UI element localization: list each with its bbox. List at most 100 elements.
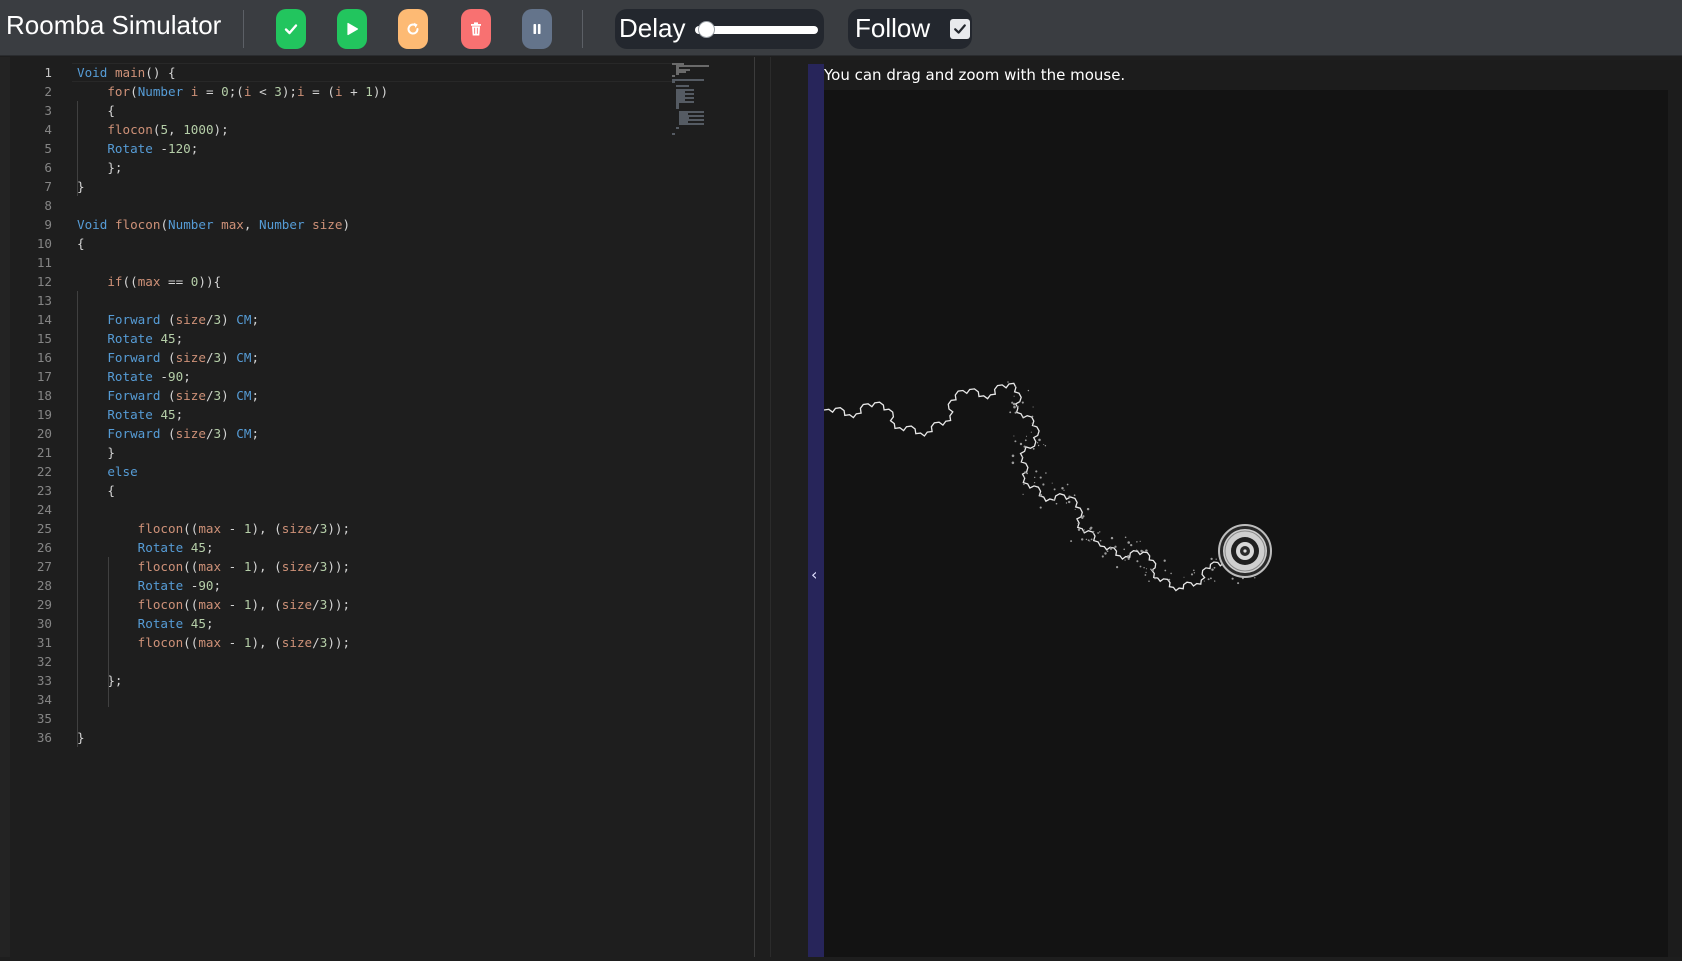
line-number: 24 bbox=[36, 502, 52, 517]
line-code: Void flocon(Number max, Number size) bbox=[77, 217, 351, 232]
line-code: Rotate 45; bbox=[137, 616, 214, 631]
line-code: { bbox=[77, 236, 85, 251]
pause-button[interactable] bbox=[522, 9, 552, 49]
line-number: 31 bbox=[36, 635, 52, 650]
trail-particle bbox=[1145, 568, 1148, 570]
trail-particle bbox=[1193, 572, 1196, 574]
trail-particle bbox=[1035, 470, 1038, 473]
trail-particle bbox=[1031, 422, 1034, 425]
indent-guide bbox=[77, 101, 78, 196]
trail-particle bbox=[1154, 577, 1157, 580]
line-code: }; bbox=[77, 160, 123, 175]
trail-particle bbox=[1051, 482, 1053, 484]
trail-particle bbox=[1015, 385, 1017, 387]
line-code: } bbox=[77, 730, 85, 745]
line-number: 32 bbox=[36, 654, 52, 669]
trail-particle bbox=[1013, 395, 1015, 397]
trail-particle bbox=[1014, 411, 1017, 414]
line-code: Forward (size/3) CM; bbox=[107, 388, 260, 403]
line-number: 18 bbox=[36, 388, 52, 403]
line-number: 13 bbox=[36, 293, 52, 308]
trail-particle bbox=[1148, 580, 1150, 582]
minimap-line bbox=[675, 107, 679, 109]
delay-slider-thumb[interactable] bbox=[698, 21, 715, 38]
check-button[interactable] bbox=[276, 9, 306, 49]
line-code: Forward (size/3) CM; bbox=[107, 426, 260, 441]
trail-particle bbox=[1074, 508, 1076, 511]
line-code: { bbox=[77, 103, 115, 118]
delete-button[interactable] bbox=[461, 9, 491, 49]
trail-particle bbox=[1109, 547, 1113, 550]
trail-particle bbox=[1124, 536, 1127, 539]
trail-particle bbox=[1077, 528, 1081, 532]
trail-particle bbox=[1022, 416, 1024, 418]
check-icon bbox=[284, 24, 298, 35]
restart-button[interactable] bbox=[398, 9, 428, 49]
line-number: 1 bbox=[44, 65, 52, 80]
editor-scrollbar[interactable] bbox=[754, 57, 755, 957]
trail-particle bbox=[1085, 538, 1088, 541]
trail-particle bbox=[1116, 566, 1119, 569]
line-number: 17 bbox=[36, 369, 52, 384]
delay-label: Delay bbox=[619, 13, 686, 43]
panel-splitter[interactable]: ‹ bbox=[808, 64, 824, 957]
trail-particle bbox=[1110, 536, 1114, 540]
line-number: 3 bbox=[44, 103, 52, 118]
line-code: Rotate 45; bbox=[107, 331, 184, 346]
trail-particle bbox=[1026, 472, 1028, 475]
editor-minimap[interactable] bbox=[672, 63, 722, 143]
code-editor[interactable]: 1 Void main() {2 for(Number i = 0;(i < 3)… bbox=[0, 57, 771, 957]
trail-particle bbox=[1130, 543, 1133, 547]
trail-particle bbox=[1032, 406, 1034, 408]
line-number: 29 bbox=[36, 597, 52, 612]
simulator-hint: You can drag and zoom with the mouse. bbox=[824, 66, 1126, 84]
chevron-left-icon[interactable]: ‹ bbox=[811, 567, 817, 583]
line-number: 22 bbox=[36, 464, 52, 479]
trail-particle bbox=[1011, 461, 1015, 465]
trail-particle bbox=[1083, 529, 1085, 531]
minimap-line bbox=[675, 85, 690, 87]
trail-particle bbox=[1073, 494, 1076, 497]
line-number: 30 bbox=[36, 616, 52, 631]
trail-particle bbox=[1210, 557, 1213, 561]
line-number: 21 bbox=[36, 445, 52, 460]
simulator-canvas[interactable] bbox=[823, 90, 1668, 957]
follow-checkbox[interactable] bbox=[950, 19, 970, 39]
trail-particle bbox=[1170, 572, 1172, 575]
line-number: 9 bbox=[44, 217, 52, 232]
roomba-trail bbox=[823, 382, 1261, 592]
line-code: flocon((max - 1), (size/3)); bbox=[137, 521, 351, 536]
trail-particle bbox=[1024, 439, 1027, 442]
line-number: 26 bbox=[36, 540, 52, 555]
trail-particle bbox=[1024, 471, 1027, 474]
trail-particle bbox=[1192, 569, 1195, 572]
line-number: 19 bbox=[36, 407, 52, 422]
trail-particle bbox=[1214, 580, 1216, 582]
trail-particle bbox=[1009, 411, 1012, 414]
indent-guide bbox=[77, 291, 78, 747]
trail-particle bbox=[1093, 530, 1095, 532]
roomba-robot-icon[interactable] bbox=[1218, 524, 1272, 578]
trail-particle bbox=[1089, 540, 1091, 542]
line-number: 8 bbox=[44, 198, 52, 213]
trail-particle bbox=[1031, 415, 1034, 418]
trail-particle bbox=[1114, 545, 1117, 548]
trail-particle bbox=[1139, 565, 1142, 568]
trail-particle bbox=[1066, 483, 1069, 486]
trail-particle bbox=[1163, 559, 1166, 562]
minimap-line bbox=[679, 123, 705, 125]
run-button[interactable] bbox=[337, 9, 367, 49]
line-number: 4 bbox=[44, 122, 52, 137]
trail-particle bbox=[1039, 493, 1043, 497]
trail-particle bbox=[1017, 405, 1019, 408]
line-code: for(Number i = 0;(i < 3);i = (i + 1)) bbox=[107, 84, 389, 99]
trail-particle bbox=[1039, 476, 1042, 479]
trail-particle bbox=[1136, 560, 1139, 563]
line-number: 35 bbox=[36, 711, 52, 726]
trail-particle bbox=[1036, 442, 1039, 444]
trail-particle bbox=[1150, 568, 1152, 571]
trail-particle bbox=[1087, 539, 1090, 542]
trail-particle bbox=[1053, 499, 1056, 502]
trail-particle bbox=[1043, 443, 1045, 446]
line-code: Forward (size/3) CM; bbox=[107, 312, 260, 327]
